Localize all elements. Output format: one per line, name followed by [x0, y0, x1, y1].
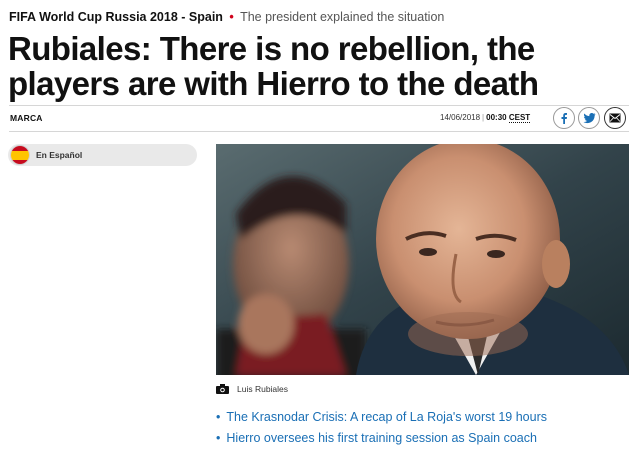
section-link[interactable]: FIFA World Cup Russia 2018 - Spain — [9, 10, 223, 24]
datetime-divider: | — [482, 113, 485, 122]
article-kicker: FIFA World Cup Russia 2018 - Spain • The… — [9, 10, 444, 24]
twitter-icon — [583, 113, 595, 124]
spain-flag-icon — [10, 145, 30, 165]
language-switch-button[interactable]: En Español — [8, 144, 197, 166]
related-links-list: • The Krasnodar Crisis: A recap of La Roj… — [216, 407, 547, 449]
article-author[interactable]: MARCA — [10, 113, 43, 123]
article-headline: Rubiales: There is no rebellion, the pla… — [8, 30, 539, 102]
related-bullet: • — [216, 410, 221, 424]
related-link-krasnodar[interactable]: The Krasnodar Crisis: A recap of La Roja… — [226, 410, 547, 424]
byline-top-divider — [9, 105, 629, 106]
share-twitter-button[interactable] — [578, 107, 600, 129]
related-link-item: • The Krasnodar Crisis: A recap of La Roj… — [216, 407, 547, 428]
related-link-item: • Hierro oversees his first training sess… — [216, 428, 547, 449]
article-photo — [216, 144, 629, 375]
related-link-hierro-training[interactable]: Hierro oversees his first training sessi… — [226, 431, 537, 445]
camera-icon — [216, 384, 229, 394]
photo-caption: Luis Rubiales — [216, 384, 288, 394]
photo-caption-text: Luis Rubiales — [237, 384, 289, 394]
facebook-icon — [561, 113, 567, 124]
byline-bottom-divider — [9, 131, 629, 132]
language-switch-label: En Español — [36, 150, 83, 160]
share-email-button[interactable] — [604, 107, 626, 129]
publish-time: 00:30 — [486, 113, 507, 122]
email-icon — [609, 113, 621, 123]
related-bullet: • — [216, 431, 221, 445]
publish-timezone: CEST — [508, 113, 531, 123]
publish-date: 14/06/2018 — [440, 113, 481, 122]
publish-datetime: 14/06/2018 | 00:30 CEST — [440, 113, 531, 123]
article-subtitle: The president explained the situation — [240, 10, 445, 24]
kicker-separator: • — [229, 10, 234, 24]
share-facebook-button[interactable] — [553, 107, 575, 129]
